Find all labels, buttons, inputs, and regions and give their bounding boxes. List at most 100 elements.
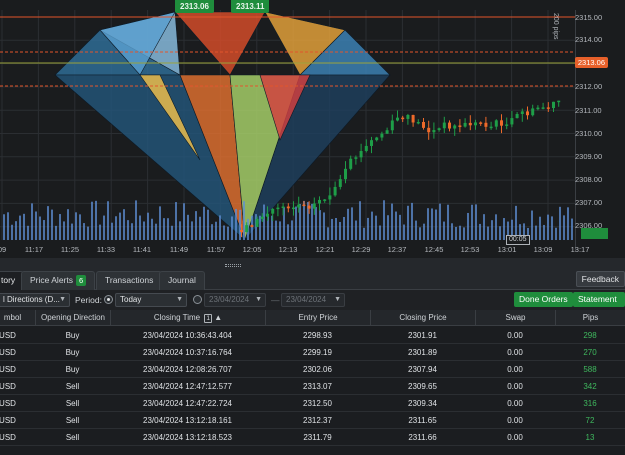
column-header-entry-price[interactable]: Entry Price [265,310,370,326]
candle-body [276,207,280,210]
column-header-closing-price[interactable]: Closing Price [370,310,475,326]
pips-scale-label: 200 pips [552,13,559,40]
pips-cell: 588 [583,365,597,374]
candle-body [302,204,306,207]
volume-bar [491,220,493,240]
volume-bar [459,225,461,240]
volume-bar [43,220,45,240]
closing-price-cell: 2307.94 [408,365,437,374]
chart-canvas[interactable] [0,0,625,258]
time-axis-label: 11:17 [24,245,44,254]
volume-bar [395,211,397,240]
direction-select[interactable]: l Directions (D... ▼ [0,293,70,307]
volume-bar [195,211,197,240]
history-table: mbol Opening Direction Closing Time 1 ▲ … [0,310,625,455]
period-preset-radio[interactable] [104,295,113,304]
volume-bar [151,218,153,240]
ask-price-badge[interactable]: 2313.11 [231,0,270,13]
table-row[interactable]: USD Buy 23/04/2024 10:36:43.404 2298.93 … [0,327,625,344]
volume-bar [203,206,205,240]
column-header-pips[interactable]: Pips [555,310,625,326]
volume-bar [7,212,9,240]
volume-bar [75,212,77,240]
table-header: mbol Opening Direction Closing Time 1 ▲ … [0,310,625,326]
direction-cell: Buy [65,331,80,340]
pips-cell: 13 [585,433,595,442]
tab-journal[interactable]: Journal [159,271,205,290]
candle-body [240,230,243,232]
column-header-symbol[interactable]: mbol [0,310,35,326]
time-axis-label: 11:57 [206,245,226,254]
candle-body [422,121,425,128]
price-axis-label: 2308.00 [575,175,603,184]
table-row[interactable]: USD Sell 23/04/2024 12:47:22.724 2312.50… [0,395,625,412]
volume-bar [291,220,293,240]
volume-bar [315,207,317,240]
volume-bar [183,203,185,240]
volume-bar [215,221,217,240]
volume-bar [167,218,169,240]
done-orders-button[interactable]: Done Orders [514,292,573,307]
tab-label: Transactions [105,275,154,285]
volume-bar [563,215,565,240]
symbol-cell: USD [0,433,16,442]
volume-bar [143,221,145,240]
swap-cell: 0.00 [507,348,523,357]
entry-price-cell: 2313.07 [303,382,332,391]
volume-bar [559,206,561,240]
volume-bar [251,215,253,240]
splitter-grip-icon[interactable] [225,264,241,267]
time-axis-label: 11:33 [96,245,116,254]
bottom-panel-tabs: tory Price Alerts 6 Transactions Journal … [0,268,625,290]
volume-bar [555,227,557,240]
volume-bar [415,220,417,240]
candle-body [500,120,503,126]
volume-bar [439,203,441,240]
price-axis-label: 2307.00 [575,198,603,207]
column-header-label: Closing Time [153,313,201,322]
volume-bar [135,200,137,240]
candle-body [312,203,316,209]
volume-bar [443,221,445,240]
date-from-field[interactable]: 23/04/2024 ▼ [204,293,266,307]
volume-bar [159,206,161,240]
volume-bar [243,201,245,240]
time-axis-label: 12:37 [387,245,407,254]
custom-range-radio[interactable] [193,295,202,304]
volume-bar [543,224,545,240]
tab-label: Price Alerts [30,275,73,285]
table-row[interactable]: USD Buy 23/04/2024 12:08:26.707 2302.06 … [0,361,625,378]
candle-body [338,179,342,187]
volume-bar [235,208,237,240]
candle-body [552,101,555,109]
time-axis-label: 11:41 [132,245,152,254]
column-header-swap[interactable]: Swap [475,310,555,326]
volume-bar [111,222,113,240]
candle-body [432,130,436,133]
volume-bar [327,227,329,240]
feedback-button[interactable]: Feedback [575,271,625,287]
tab-transactions[interactable]: Transactions [96,271,163,290]
volume-bar [207,209,209,240]
time-axis-label: 09 [0,245,7,254]
date-to-field[interactable]: 23/04/2024 ▼ [281,293,345,307]
price-chart[interactable]: 2313.06 2313.11 200 pips 2315.00 2314.00… [0,0,625,258]
time-axis-label: 12:53 [460,245,480,254]
bid-price-badge[interactable]: 2313.06 [175,0,214,13]
panel-splitter[interactable] [0,258,625,268]
column-header-closing-time[interactable]: Closing Time 1 ▲ [110,310,265,326]
closing-time-cell: 23/04/2024 12:08:26.707 [143,365,232,374]
tab-price-alerts[interactable]: Price Alerts 6 [21,271,96,290]
candle-body [479,122,483,124]
volume-bar [495,214,497,240]
period-select[interactable]: Today ▼ [115,293,187,307]
column-header-direction[interactable]: Opening Direction [35,310,110,326]
statement-button[interactable]: Statement [573,292,625,307]
table-row[interactable]: USD Sell 23/04/2024 13:12:18.523 2311.79… [0,429,625,446]
sort-arrow-icon: ▲ [214,313,223,322]
candle-body [416,121,420,124]
pips-cell: 270 [583,348,597,357]
table-row[interactable]: USD Buy 23/04/2024 10:37:16.764 2299.19 … [0,344,625,361]
table-row[interactable]: USD Sell 23/04/2024 12:47:12.577 2313.07… [0,378,625,395]
table-row[interactable]: USD Sell 23/04/2024 13:12:18.161 2312.37… [0,412,625,429]
